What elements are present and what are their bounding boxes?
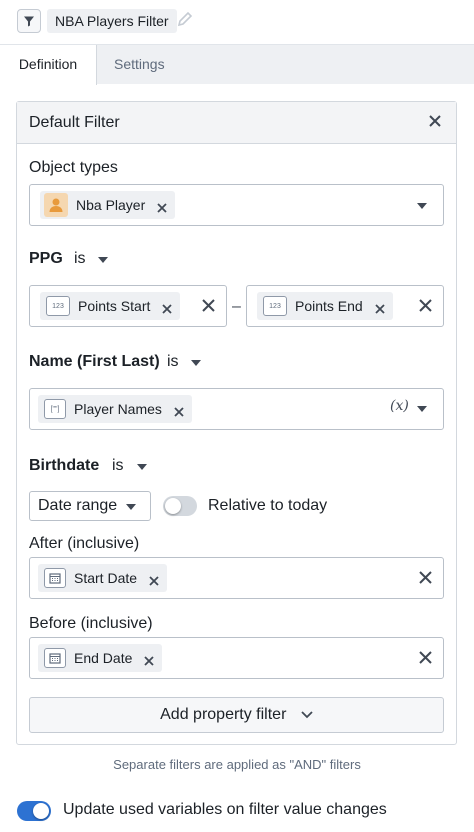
default-filter-panel: Default Filter Object types Nba Player P… — [16, 101, 457, 745]
toggle-knob — [33, 803, 49, 819]
before-date-field[interactable]: End Date — [29, 637, 444, 679]
panel-header: Default Filter — [17, 102, 456, 144]
toggle-knob — [165, 498, 181, 514]
filter-icon[interactable] — [17, 9, 41, 33]
variable-icon[interactable]: (x) — [390, 398, 409, 414]
name-field[interactable]: [""] Player Names (x) — [29, 388, 444, 430]
relative-to-today-toggle[interactable] — [163, 496, 197, 516]
date-mode-select[interactable]: Date range — [29, 491, 151, 521]
chevron-down-icon[interactable] — [417, 406, 427, 412]
clear-icon[interactable] — [202, 299, 215, 312]
and-filters-note: Separate filters are applied as "AND" fi… — [113, 757, 361, 772]
tab-definition[interactable]: Definition — [0, 45, 97, 85]
range-separator: – — [232, 298, 241, 315]
ppg-label: PPG — [29, 250, 63, 267]
calendar-icon — [44, 648, 66, 668]
player-names-chip: [""] Player Names — [38, 395, 192, 423]
panel-title: Default Filter — [29, 114, 120, 131]
remove-chip-icon[interactable] — [149, 573, 159, 586]
chevron-down-icon — [126, 504, 136, 510]
object-types-select[interactable]: Nba Player — [29, 184, 444, 226]
update-variables-toggle[interactable] — [17, 801, 51, 821]
relative-to-today-label: Relative to today — [208, 497, 328, 514]
player-names-label: Player Names — [74, 401, 162, 417]
after-date-field[interactable]: Start Date — [29, 557, 444, 599]
remove-chip-icon[interactable] — [144, 653, 155, 666]
chevron-down-icon — [301, 698, 313, 732]
object-type-label: Nba Player — [76, 197, 146, 213]
clear-icon[interactable] — [419, 571, 432, 584]
operator-caret-icon[interactable] — [191, 360, 201, 366]
calendar-icon — [44, 568, 66, 588]
after-label: After (inclusive) — [29, 535, 140, 552]
end-date-label: End Date — [74, 650, 133, 666]
ppg-start-label: Points Start — [78, 298, 151, 314]
clear-icon[interactable] — [419, 651, 432, 664]
remove-chip-icon[interactable] — [157, 200, 167, 213]
birthdate-operator[interactable]: is — [112, 457, 124, 475]
update-variables-label: Update used variables on filter value ch… — [63, 801, 387, 818]
date-mode-label: Date range — [38, 497, 118, 514]
ppg-start-field[interactable]: 123 Points Start — [29, 285, 227, 327]
person-icon — [44, 193, 68, 217]
operator-caret-icon[interactable] — [98, 257, 108, 263]
object-types-label: Object types — [29, 159, 118, 176]
end-date-chip: End Date — [38, 644, 163, 672]
filter-header: NBA Players Filter — [0, 0, 474, 44]
add-property-filter-button[interactable]: Add property filter — [29, 697, 444, 733]
chevron-down-icon[interactable] — [417, 203, 427, 209]
operator-caret-icon[interactable] — [137, 464, 147, 470]
ppg-start-chip: 123 Points Start — [40, 292, 181, 320]
tab-settings[interactable]: Settings — [97, 45, 474, 84]
number-variable-icon: 123 — [263, 296, 287, 316]
object-type-chip: Nba Player — [40, 191, 176, 219]
add-property-filter-label: Add property filter — [160, 706, 287, 724]
filter-title[interactable]: NBA Players Filter — [47, 9, 177, 33]
pencil-icon[interactable] — [177, 11, 193, 29]
string-list-variable-icon: [""] — [44, 399, 66, 419]
birthdate-label: Birthdate — [29, 457, 100, 474]
name-operator[interactable]: is — [167, 353, 179, 371]
name-label: Name (First Last) — [29, 353, 160, 370]
close-icon[interactable] — [428, 114, 444, 130]
remove-chip-icon[interactable] — [162, 301, 173, 314]
before-label: Before (inclusive) — [29, 615, 153, 632]
remove-chip-icon[interactable] — [375, 301, 385, 314]
ppg-end-field[interactable]: 123 Points End — [246, 285, 444, 327]
tab-bar: Definition Settings — [0, 44, 474, 85]
ppg-end-chip: 123 Points End — [257, 292, 393, 320]
number-variable-icon: 123 — [46, 296, 70, 316]
remove-chip-icon[interactable] — [174, 404, 184, 417]
start-date-label: Start Date — [74, 570, 138, 586]
ppg-operator[interactable]: is — [74, 250, 86, 268]
clear-icon[interactable] — [419, 299, 432, 312]
start-date-chip: Start Date — [38, 564, 168, 592]
ppg-end-label: Points End — [295, 298, 363, 314]
